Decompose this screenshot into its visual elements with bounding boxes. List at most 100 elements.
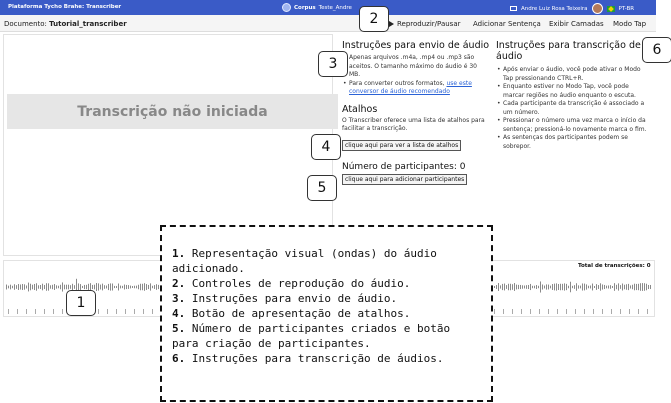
waveform-bar — [558, 284, 559, 290]
play-pause-button[interactable]: Reproduzir/Pausar — [389, 20, 461, 28]
waveform-bar — [22, 283, 23, 291]
waveform-bar — [82, 285, 83, 289]
waveform-bar — [578, 285, 579, 289]
waveform-bar — [102, 283, 103, 291]
avatar[interactable] — [591, 3, 603, 14]
waveform-bar — [120, 285, 121, 289]
waveform-bar — [18, 284, 19, 290]
tap-mode-button[interactable]: Modo Tap — [613, 20, 646, 28]
time-tick — [584, 309, 585, 314]
waveform-bar — [500, 285, 501, 289]
waveform-bar — [560, 283, 561, 291]
waveform-bar — [498, 283, 499, 291]
waveform-bar — [528, 284, 529, 290]
waveform-bar — [60, 284, 61, 290]
list-item: Pressionar o número uma vez marca o iníc… — [496, 117, 648, 134]
participants-title: Número de participantes: 0 — [342, 161, 466, 172]
legend-box: 1. Representação visual (ondas) do áudio… — [160, 225, 493, 402]
user-area[interactable]: Andre Luiz Rosa Teixeira PT-BR — [510, 3, 634, 14]
waveform-bar — [524, 285, 525, 289]
time-tick — [521, 309, 522, 314]
waveform-bar — [576, 283, 577, 291]
waveform-bar — [32, 284, 33, 290]
waveform-bar — [100, 284, 101, 290]
waveform-bar — [624, 284, 625, 290]
waveform-bar — [152, 285, 153, 289]
waveform-bar — [110, 283, 111, 291]
waveform-bar — [566, 283, 567, 291]
waveform-bar — [142, 283, 143, 291]
shortcuts-button[interactable]: clique aqui para ver a lista de atalhos — [342, 139, 462, 151]
waveform-bar — [648, 284, 649, 290]
callout-5: 5 — [307, 175, 337, 201]
time-tick — [647, 309, 648, 314]
waveform-bar — [510, 283, 511, 291]
time-tick — [494, 309, 495, 314]
upload-list: Apenas arquivos .m4a, .mp4 ou .mp3 são a… — [342, 54, 490, 97]
waveform-bar — [70, 285, 71, 289]
time-tick — [575, 309, 576, 314]
waveform-bar — [140, 283, 141, 291]
waveform-bar — [642, 283, 643, 291]
waveform-bar — [12, 285, 13, 289]
waveform-bar — [626, 284, 627, 290]
document-name: Documento: Tutorial_transcriber — [4, 20, 127, 28]
instructions-panel: Instruções para envio de áudio Apenas ar… — [342, 40, 490, 185]
time-tick — [557, 309, 558, 314]
waveform-bar — [564, 283, 565, 291]
waveform-bar — [504, 283, 505, 291]
waveform-bar — [562, 283, 563, 291]
list-item: Para converter outros formatos, use este… — [342, 80, 490, 97]
add-sentence-button[interactable]: Adicionar Sentença — [473, 20, 541, 28]
waveform-bar — [134, 285, 135, 289]
corpus-indicator[interactable]: Corpus Teste_Andre — [282, 3, 352, 12]
waveform-bar — [604, 284, 605, 290]
total-transcriptions: Total de transcrições: 0 — [578, 263, 651, 269]
callout-4: 4 — [311, 134, 341, 160]
waveform-bar — [150, 283, 151, 291]
add-participants-button[interactable]: clique aqui para adicionar participantes — [342, 173, 468, 185]
waveform-bar — [64, 284, 65, 290]
waveform-bar — [582, 283, 583, 291]
waveform-bar — [608, 285, 609, 289]
waveform-bar — [50, 285, 51, 289]
list-item: As sentenças dos participantes podem se … — [496, 134, 648, 151]
mail-icon[interactable] — [510, 6, 517, 11]
callout-2: 2 — [359, 6, 389, 32]
waveform-bar — [542, 284, 543, 290]
waveform-bar — [602, 284, 603, 290]
waveform-bar — [148, 284, 149, 290]
brazil-flag-icon[interactable] — [606, 5, 615, 12]
time-tick — [98, 309, 99, 314]
waveform-bar — [116, 285, 117, 289]
waveform-bar — [62, 282, 63, 292]
time-tick — [107, 309, 108, 314]
legend-item: 1. Representação visual (ondas) do áudio… — [172, 247, 437, 275]
waveform-bar — [620, 285, 621, 289]
waveform-bar — [614, 283, 615, 291]
waveform-bar — [54, 284, 55, 290]
document-toolbar: Documento: Tutorial_transcriber Reproduz… — [0, 15, 656, 32]
waveform-bar — [24, 284, 25, 290]
legend-item: 3. Instruções para envio de áudio. — [172, 292, 398, 305]
time-tick — [62, 309, 63, 314]
waveform-bar — [138, 284, 139, 290]
waveform-bar — [42, 283, 43, 291]
show-layers-button[interactable]: Exibir Camadas — [549, 20, 604, 28]
waveform-bar — [16, 285, 17, 289]
waveform-bar — [538, 285, 539, 289]
waveform-bar — [66, 284, 67, 290]
waveform-bar — [144, 283, 145, 291]
waveform-bar — [96, 283, 97, 291]
time-tick — [26, 309, 27, 314]
waveform-bar — [592, 283, 593, 291]
waveform-bar — [74, 285, 75, 289]
time-tick — [638, 309, 639, 314]
waveform-bar — [596, 284, 597, 290]
waveform-bar — [496, 285, 497, 289]
waveform-bar — [68, 284, 69, 290]
app-title: Plataforma Tycho Brahe: Transcriber — [8, 4, 122, 10]
waveform-bar — [618, 283, 619, 291]
waveform-bar — [48, 283, 49, 291]
waveform-bar — [616, 284, 617, 290]
